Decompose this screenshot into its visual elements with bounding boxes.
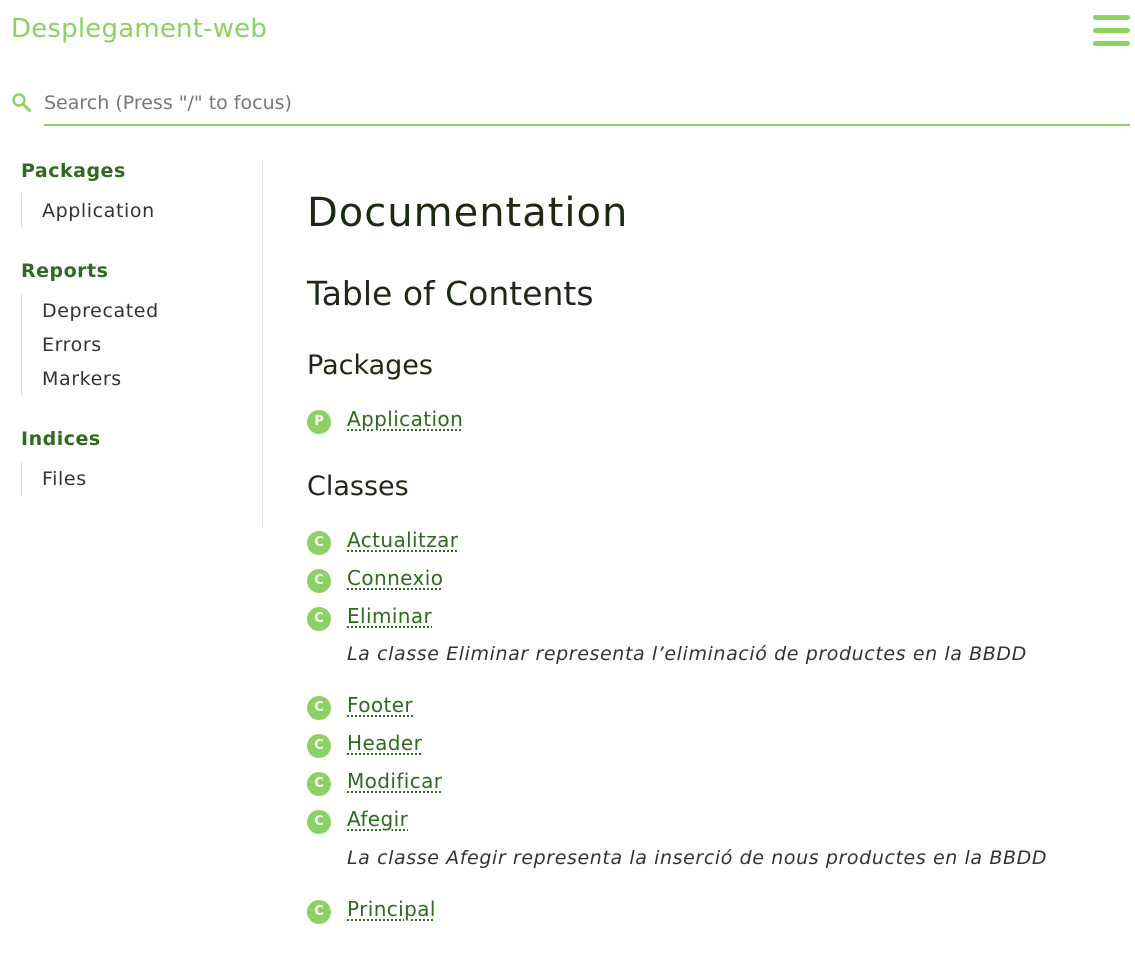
- class-link-header[interactable]: Header: [347, 731, 422, 755]
- site-title-link[interactable]: Desplegament-web: [11, 14, 267, 44]
- sidebar-group-packages: Application: [21, 194, 155, 228]
- sidebar-heading-indices: Indices: [21, 428, 101, 450]
- search-input[interactable]: [44, 82, 1130, 126]
- sidebar-item-application[interactable]: Application: [42, 194, 155, 228]
- class-link-principal[interactable]: Principal: [347, 897, 436, 921]
- class-link-actualitzar[interactable]: Actualitzar: [347, 528, 458, 552]
- sidebar-heading-packages: Packages: [21, 160, 126, 182]
- class-badge-icon: C: [307, 696, 331, 720]
- class-description-eliminar: La classe Eliminar representa l’eliminac…: [347, 643, 1027, 665]
- class-link-modificar[interactable]: Modificar: [347, 769, 442, 793]
- class-badge-icon: C: [307, 734, 331, 758]
- class-badge-icon: C: [307, 900, 331, 924]
- package-badge-icon: P: [307, 410, 331, 434]
- class-link-afegir[interactable]: Afegir: [347, 807, 408, 831]
- class-badge-icon: C: [307, 531, 331, 555]
- class-link-connexio[interactable]: Connexio: [347, 566, 443, 590]
- sidebar-group-reports: Deprecated Errors Markers: [21, 294, 159, 396]
- packages-heading: Packages: [307, 350, 433, 381]
- toc-title: Table of Contents: [307, 274, 594, 313]
- search-icon: [12, 93, 31, 112]
- class-badge-icon: C: [307, 569, 331, 593]
- class-link-eliminar[interactable]: Eliminar: [347, 604, 432, 628]
- sidebar-item-deprecated[interactable]: Deprecated: [42, 294, 159, 328]
- class-badge-icon: C: [307, 607, 331, 631]
- class-badge-icon: C: [307, 810, 331, 834]
- class-description-afegir: La classe Afegir representa la inserció …: [347, 847, 1048, 869]
- sidebar-heading-reports: Reports: [21, 260, 109, 282]
- hamburger-menu-icon[interactable]: [1093, 15, 1130, 49]
- page-title: Documentation: [307, 190, 629, 236]
- sidebar-item-files[interactable]: Files: [42, 462, 87, 496]
- sidebar-item-markers[interactable]: Markers: [42, 362, 159, 396]
- package-link-application[interactable]: Application: [347, 407, 463, 431]
- classes-heading: Classes: [307, 471, 409, 502]
- sidebar: Packages Application Reports Deprecated …: [0, 160, 263, 526]
- class-badge-icon: C: [307, 772, 331, 796]
- sidebar-group-indices: Files: [21, 462, 87, 496]
- class-link-footer[interactable]: Footer: [347, 693, 413, 717]
- sidebar-item-errors[interactable]: Errors: [42, 328, 159, 362]
